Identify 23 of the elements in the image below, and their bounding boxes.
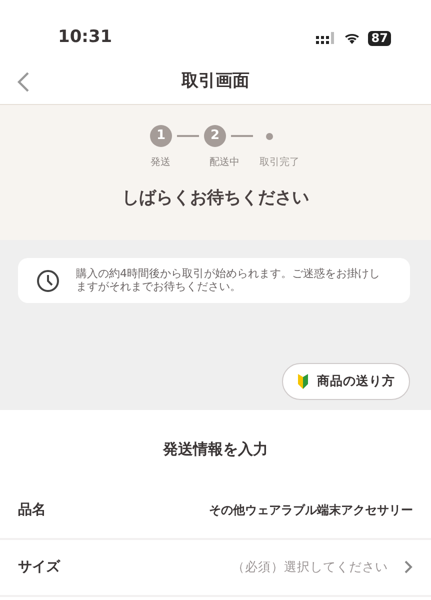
chevron-right-icon [404, 560, 413, 574]
step-connector [177, 135, 199, 137]
step-label: 取引完了 [260, 156, 300, 170]
status-heading: しばらくお待ちください [122, 188, 309, 208]
step-connector [231, 135, 253, 137]
page-title: 取引画面 [182, 70, 250, 94]
step-label: 発送 [150, 156, 170, 170]
section-heading: 発送情報を入力 [163, 440, 268, 458]
signal-icon [316, 32, 336, 44]
field-value: その他ウェアラブル端末アクセサリー [209, 502, 413, 519]
clock-time: 10:31 [58, 26, 112, 50]
step-label: 配送中 [210, 156, 240, 170]
back-icon[interactable] [16, 71, 30, 93]
field-label: サイズ [18, 558, 60, 576]
guide-button[interactable]: 商品の送り方 [282, 363, 410, 400]
notice-text: 購入の約4時間後から取引が始められます。ご迷惑をお掛けしますがそれまでお待ちください。 [76, 268, 381, 294]
clock-icon [36, 268, 60, 293]
beginner-mark-icon [297, 374, 309, 390]
step-number: 2 [204, 125, 226, 147]
wifi-icon [344, 32, 360, 44]
battery-indicator: 87 [368, 30, 391, 46]
field-label: 品名 [18, 500, 46, 520]
step-number: 1 [150, 125, 172, 147]
